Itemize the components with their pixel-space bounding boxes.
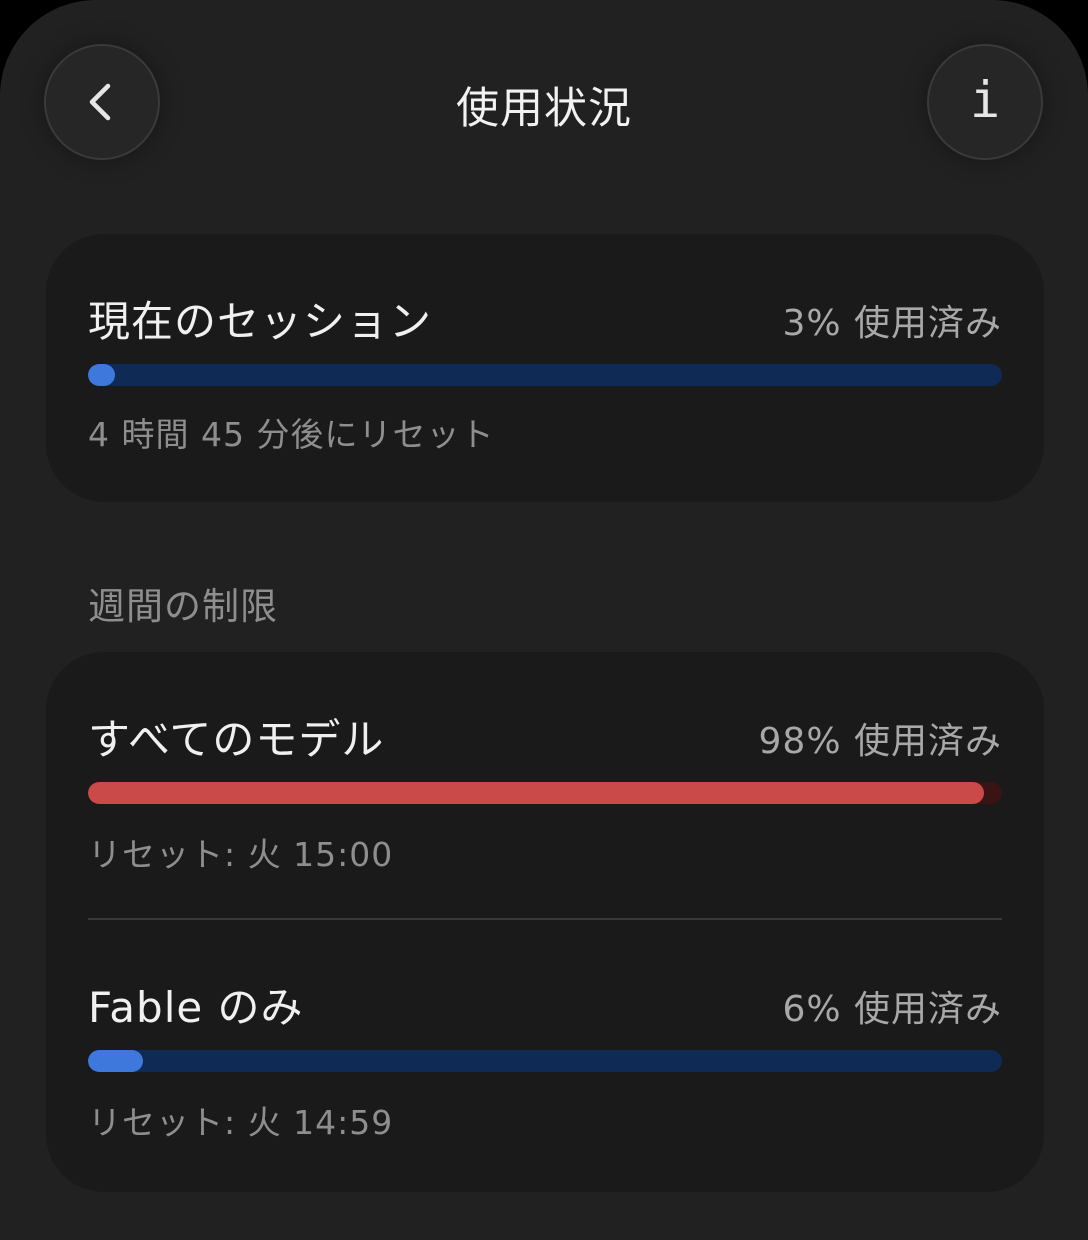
usage-screen: 使用状況 i 現在のセッション 3% 使用済み 4 時間 45 分後にリセット … <box>0 0 1088 1240</box>
usage-percent: 98% 使用済み <box>758 721 1002 762</box>
usage-row-session: 現在のセッション 3% 使用済み 4 時間 45 分後にリセット <box>88 234 1002 502</box>
usage-progress-fill <box>88 1050 143 1072</box>
current-session-card: 現在のセッション 3% 使用済み 4 時間 45 分後にリセット <box>46 234 1044 502</box>
usage-percent: 3% 使用済み <box>782 303 1002 344</box>
reset-text: リセット: 火 15:00 <box>88 835 394 874</box>
info-button[interactable]: i <box>927 44 1043 160</box>
weekly-limits-card: すべてのモデル 98% 使用済み リセット: 火 15:00 Fable のみ … <box>46 652 1044 1192</box>
usage-row-fable: Fable のみ 6% 使用済み リセット: 火 14:59 <box>88 920 1002 1188</box>
usage-progress-bar <box>88 1050 1002 1072</box>
usage-label: すべてのモデル <box>88 715 385 764</box>
usage-percent: 6% 使用済み <box>782 989 1002 1030</box>
weekly-limits-heading: 週間の制限 <box>88 585 278 628</box>
header: 使用状況 i <box>0 0 1088 210</box>
usage-label: Fable のみ <box>88 983 304 1032</box>
usage-label: 現在のセッション <box>88 297 433 346</box>
usage-row-all-models: すべてのモデル 98% 使用済み リセット: 火 15:00 <box>88 652 1002 918</box>
reset-text: リセット: 火 14:59 <box>88 1103 394 1142</box>
usage-progress-fill <box>88 782 984 804</box>
info-icon: i <box>969 71 1001 129</box>
page-title: 使用状況 <box>456 84 632 134</box>
usage-progress-bar <box>88 782 1002 804</box>
usage-progress-fill <box>88 364 116 386</box>
reset-text: 4 時間 45 分後にリセット <box>88 415 495 454</box>
usage-progress-bar <box>88 364 1002 386</box>
